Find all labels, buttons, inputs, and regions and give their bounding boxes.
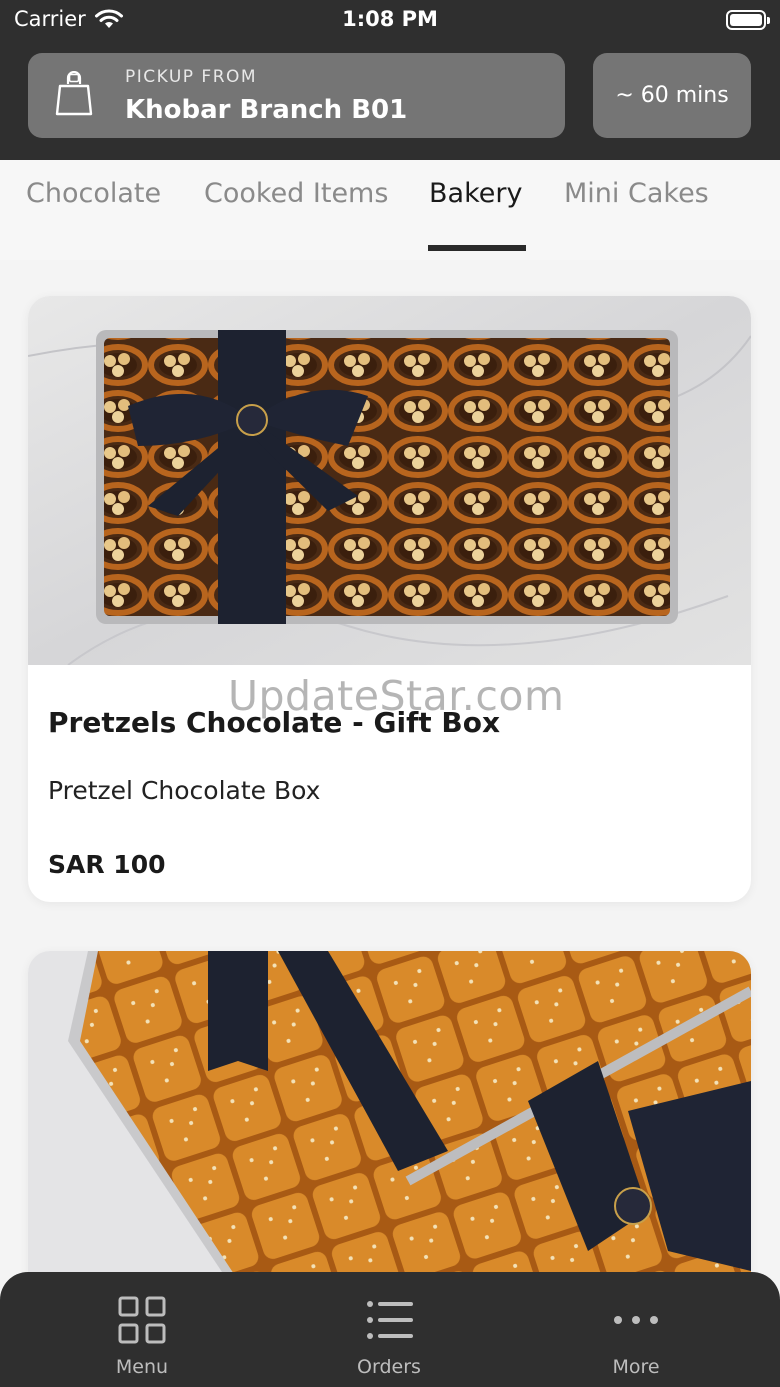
pickup-branch-name: Khobar Branch B01: [125, 95, 408, 125]
more-dots-icon: [614, 1316, 658, 1324]
tab-chocolate[interactable]: Chocolate: [26, 178, 161, 209]
eta-badge[interactable]: ~ 60 mins: [593, 53, 751, 138]
header: Carrier 1:08 PM PICKUP FROM Khobar Branc…: [0, 0, 780, 160]
grid-icon: [118, 1296, 166, 1344]
tab-bakery[interactable]: Bakery: [429, 178, 522, 209]
battery-icon: [726, 10, 770, 30]
clock: 1:08 PM: [342, 7, 438, 31]
nav-orders-label: Orders: [357, 1356, 421, 1378]
bottom-nav: Menu Orders More: [0, 1272, 780, 1387]
status-bar: Carrier 1:08 PM: [0, 0, 780, 40]
tab-mini-cakes[interactable]: Mini Cakes: [564, 178, 709, 209]
tab-cooked-items[interactable]: Cooked Items: [204, 178, 388, 209]
pickup-location-button[interactable]: PICKUP FROM Khobar Branch B01: [28, 53, 565, 138]
shopping-bag-icon: [55, 71, 93, 116]
list-icon: [367, 1301, 413, 1339]
nav-menu[interactable]: Menu: [42, 1272, 242, 1387]
category-tabs: Chocolate Cooked Items Bakery Mini Cakes: [0, 160, 780, 260]
product-card[interactable]: Pretzels Chocolate - Gift Box Pretzel Ch…: [28, 296, 751, 902]
nav-orders[interactable]: Orders: [289, 1272, 489, 1387]
active-tab-indicator: [428, 245, 526, 251]
nav-more[interactable]: More: [536, 1272, 736, 1387]
product-description: Pretzel Chocolate Box: [48, 776, 321, 805]
watermark: UpdateStar.com: [228, 672, 565, 720]
pickup-label: PICKUP FROM: [125, 67, 258, 87]
product-price: SAR 100: [48, 850, 166, 879]
nav-more-label: More: [612, 1356, 660, 1378]
product-image: [28, 296, 751, 665]
pretzel-box-photo: [28, 296, 751, 665]
nav-menu-label: Menu: [115, 1356, 169, 1378]
